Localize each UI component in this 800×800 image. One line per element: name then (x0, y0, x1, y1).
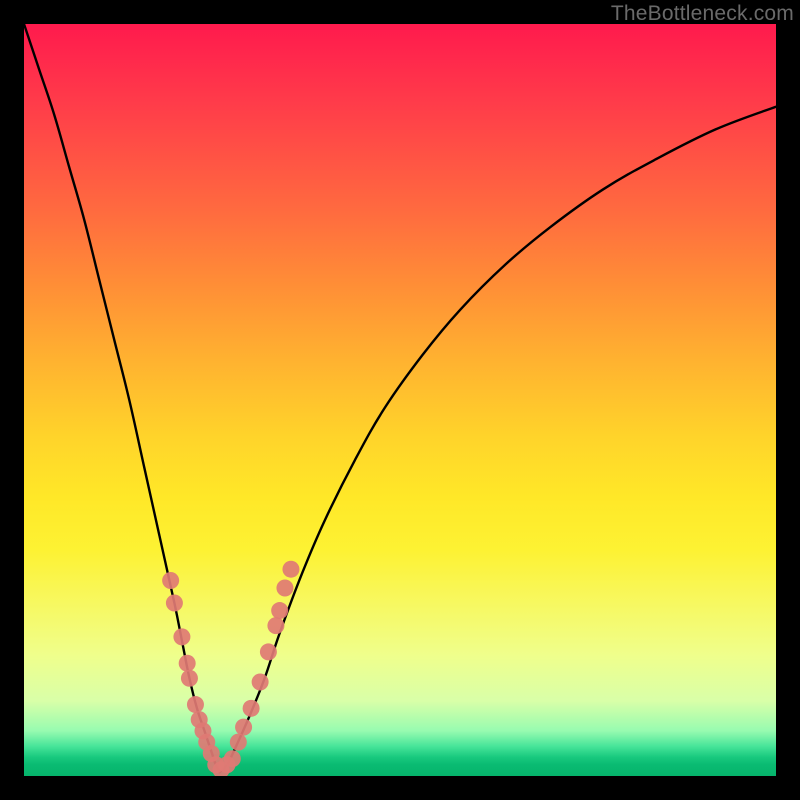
bottleneck-heat-gradient (24, 24, 776, 776)
watermark-text: TheBottleneck.com (611, 2, 794, 26)
plot-area (24, 24, 776, 776)
chart-frame (24, 24, 776, 776)
